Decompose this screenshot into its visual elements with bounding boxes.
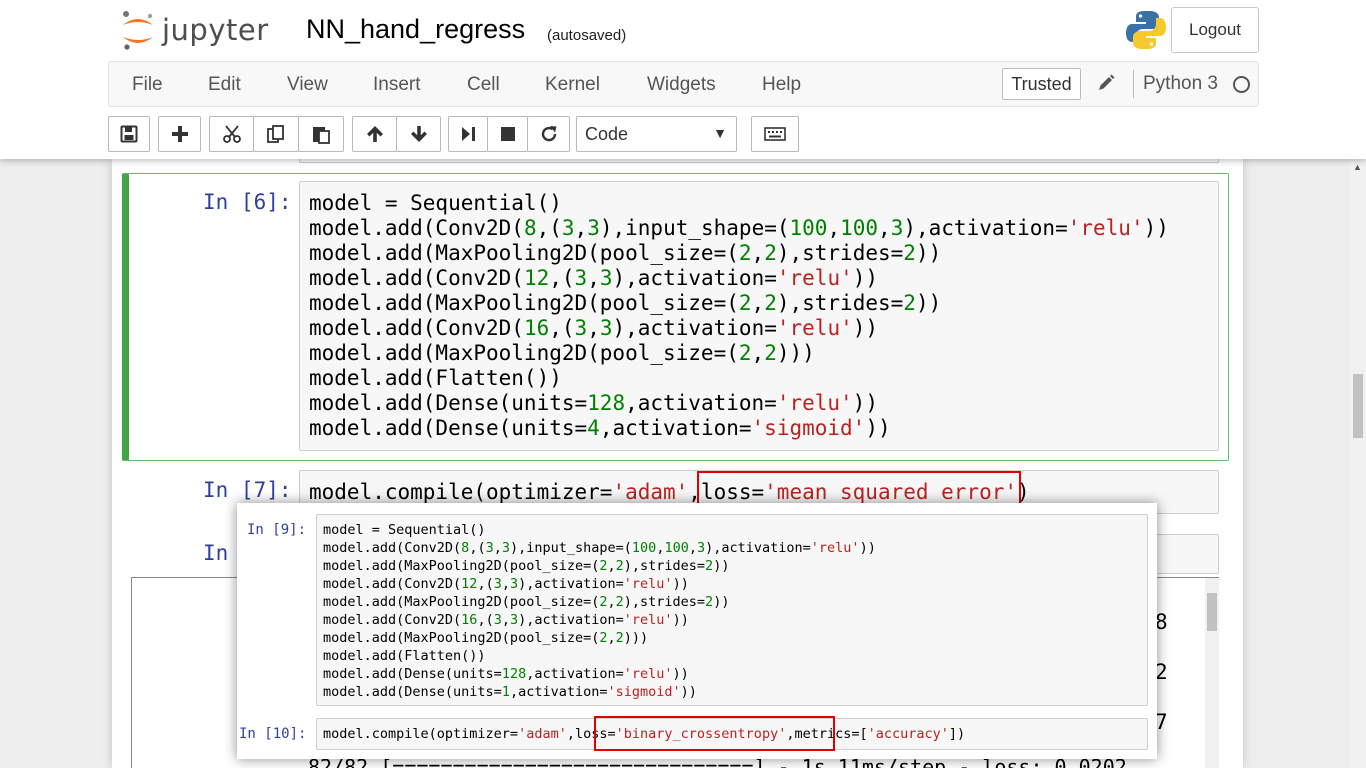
- command-palette-button[interactable]: [751, 116, 799, 152]
- code-line: model.add(Conv2D(16,(3,3),activation='re…: [323, 612, 689, 628]
- menu-edit[interactable]: Edit: [208, 74, 241, 96]
- cell-prompt: In [10]:: [239, 726, 307, 742]
- code-line: model.add(Conv2D(8,(3,3),input_shape=(10…: [309, 216, 1169, 240]
- interrupt-button[interactable]: [487, 116, 528, 152]
- pencil-icon[interactable]: [1096, 73, 1116, 93]
- jupyter-logo[interactable]: jupyter: [120, 8, 269, 52]
- cell-type-value: Code: [585, 123, 629, 144]
- save-button[interactable]: [108, 116, 150, 152]
- paste-button[interactable]: [298, 116, 344, 152]
- logout-button[interactable]: Logout: [1171, 7, 1259, 53]
- cut-icon: [222, 125, 241, 143]
- chevron-down-icon: ▼: [713, 125, 727, 141]
- add-cell-button[interactable]: [158, 116, 201, 152]
- restart-icon: [541, 126, 556, 142]
- python-logo-icon: [1126, 11, 1166, 49]
- run-icon: [462, 127, 475, 141]
- menu-view[interactable]: View: [287, 74, 328, 96]
- menubar-divider: [1133, 70, 1134, 98]
- scroll-up-icon[interactable]: ▲: [1353, 162, 1362, 172]
- code-line: model.add(Flatten()): [323, 648, 486, 664]
- comparison-screenshot-overlay: In [9]: model = Sequential() model.add(C…: [237, 503, 1157, 759]
- jupyter-wordmark: jupyter: [162, 13, 269, 47]
- highlight-box-loss: [594, 716, 835, 751]
- cell-type-select[interactable]: Code ▼: [576, 116, 737, 152]
- move-down-button[interactable]: [396, 116, 441, 152]
- code-line: model.add(MaxPooling2D(pool_size=(2,2),s…: [323, 594, 730, 610]
- autosave-status: (autosaved): [547, 27, 627, 44]
- code-line: model.add(Dense(units=4,activation='sigm…: [309, 416, 891, 440]
- menu-help[interactable]: Help: [762, 74, 801, 96]
- arrow-up-icon: [366, 126, 383, 142]
- notebook-header: jupyter NN_hand_regress (autosaved) Logo…: [0, 0, 1366, 159]
- cell-prompt: In [6]:: [203, 190, 292, 214]
- move-up-button[interactable]: [352, 116, 397, 152]
- output-text: 82/82 [==============================] -…: [308, 758, 1127, 768]
- trusted-badge[interactable]: Trusted: [1002, 68, 1081, 100]
- code-line: model.add(Dense(units=128,activation='re…: [309, 391, 878, 415]
- keyboard-icon: [764, 127, 786, 141]
- code-line: model = Sequential(): [323, 522, 486, 538]
- code-line: model.add(Dense(units=1,activation='sigm…: [323, 684, 697, 700]
- copy-button[interactable]: [253, 116, 299, 152]
- cut-button[interactable]: [209, 116, 254, 152]
- code-line: model.add(MaxPooling2D(pool_size=(2,2))): [323, 630, 649, 646]
- code-line: model.add(MaxPooling2D(pool_size=(2,2),s…: [309, 291, 942, 315]
- kernel-status-icon: [1233, 76, 1250, 93]
- code-line: model.add(Conv2D(16,(3,3),activation='re…: [309, 316, 879, 340]
- code-line: model.add(Conv2D(12,(3,3),activation='re…: [309, 266, 879, 290]
- code-line: model.add(Dense(units=128,activation='re…: [323, 666, 689, 682]
- output-line-clip: 82/82 [==============================] -…: [308, 758, 1168, 768]
- menu-file[interactable]: File: [132, 74, 163, 96]
- menubar: File Edit View Insert Cell Kernel Widget…: [108, 61, 1259, 107]
- code-line: model = Sequential(): [309, 191, 562, 215]
- code-line: model.add(Conv2D(12,(3,3),activation='re…: [323, 576, 689, 592]
- cell-prompt: In [9]:: [247, 522, 307, 538]
- plus-icon: [171, 126, 188, 142]
- jupyter-logo-icon: [123, 11, 153, 50]
- save-icon: [120, 125, 138, 143]
- cell-prompt: In: [203, 541, 229, 565]
- copy-icon: [267, 125, 284, 143]
- code-line: model.add(Conv2D(8,(3,3),input_shape=(10…: [323, 540, 876, 556]
- code-line: model.add(MaxPooling2D(pool_size=(2,2),s…: [309, 241, 942, 265]
- previous-cell-edge: [299, 159, 1219, 163]
- output-scrollbar-thumb[interactable]: [1207, 593, 1217, 631]
- code-line: model.add(MaxPooling2D(pool_size=(2,2))): [309, 341, 815, 365]
- cell-prompt: In [7]:: [203, 478, 292, 502]
- menu-cell[interactable]: Cell: [467, 74, 500, 96]
- menu-insert[interactable]: Insert: [373, 74, 421, 96]
- paste-icon: [313, 127, 330, 144]
- kernel-name[interactable]: Python 3: [1143, 73, 1218, 95]
- menu-widgets[interactable]: Widgets: [647, 74, 716, 96]
- stop-icon: [500, 127, 515, 141]
- page-scrollbar-thumb[interactable]: [1353, 374, 1363, 438]
- code-editor[interactable]: model = Sequential() model.add(Conv2D(8,…: [299, 181, 1219, 451]
- menu-kernel[interactable]: Kernel: [545, 74, 600, 96]
- restart-button[interactable]: [527, 116, 570, 152]
- run-button[interactable]: [448, 116, 488, 152]
- page-scrollbar[interactable]: [1350, 159, 1366, 768]
- code-line: model.add(Flatten()): [309, 366, 562, 390]
- notebook-title[interactable]: NN_hand_regress: [306, 14, 525, 45]
- code-line: model.add(MaxPooling2D(pool_size=(2,2),s…: [323, 558, 730, 574]
- code-editor[interactable]: model = Sequential() model.add(Conv2D(8,…: [316, 514, 1148, 706]
- arrow-down-icon: [410, 126, 427, 142]
